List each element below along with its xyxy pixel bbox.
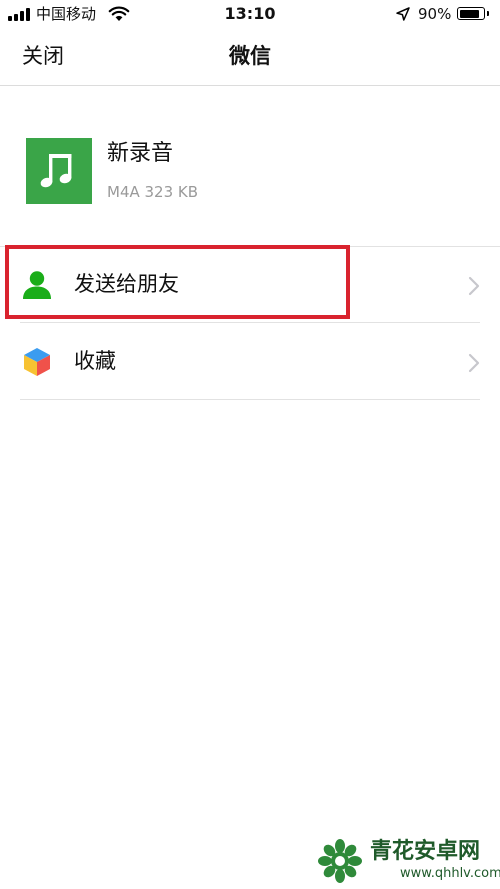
contact-person-icon <box>23 271 51 299</box>
location-icon <box>396 7 410 21</box>
battery-icon <box>457 7 489 20</box>
file-name: 新录音 <box>107 141 174 166</box>
favorites-cube-icon <box>24 348 50 376</box>
battery-percent: 90% <box>418 5 452 23</box>
file-card: 新录音 M4A 323 KB <box>0 86 500 246</box>
status-bar: 中国移动 13:10 90% <box>0 0 500 30</box>
send-to-friend-label: 发送给朋友 <box>74 272 179 296</box>
favorites-label: 收藏 <box>74 349 116 373</box>
favorites-button[interactable]: 收藏 <box>0 324 500 400</box>
file-meta: M4A 323 KB <box>107 183 199 201</box>
battery-level-fill <box>459 9 480 18</box>
chevron-right-icon <box>468 353 480 373</box>
music-note-icon <box>26 138 92 204</box>
watermark-url: www.qhhlv.com <box>400 866 500 881</box>
chevron-right-icon <box>468 276 480 296</box>
divider <box>20 399 480 400</box>
watermark-logo-icon <box>318 839 362 883</box>
watermark-title: 青花安卓网 <box>370 839 481 864</box>
divider <box>20 322 480 323</box>
nav-bar: 关闭 微信 <box>0 30 500 86</box>
watermark: 青花安卓网 www.qhhlv.com <box>314 836 500 886</box>
page-title: 微信 <box>229 44 271 68</box>
send-to-friend-button[interactable]: 发送给朋友 <box>0 247 500 323</box>
